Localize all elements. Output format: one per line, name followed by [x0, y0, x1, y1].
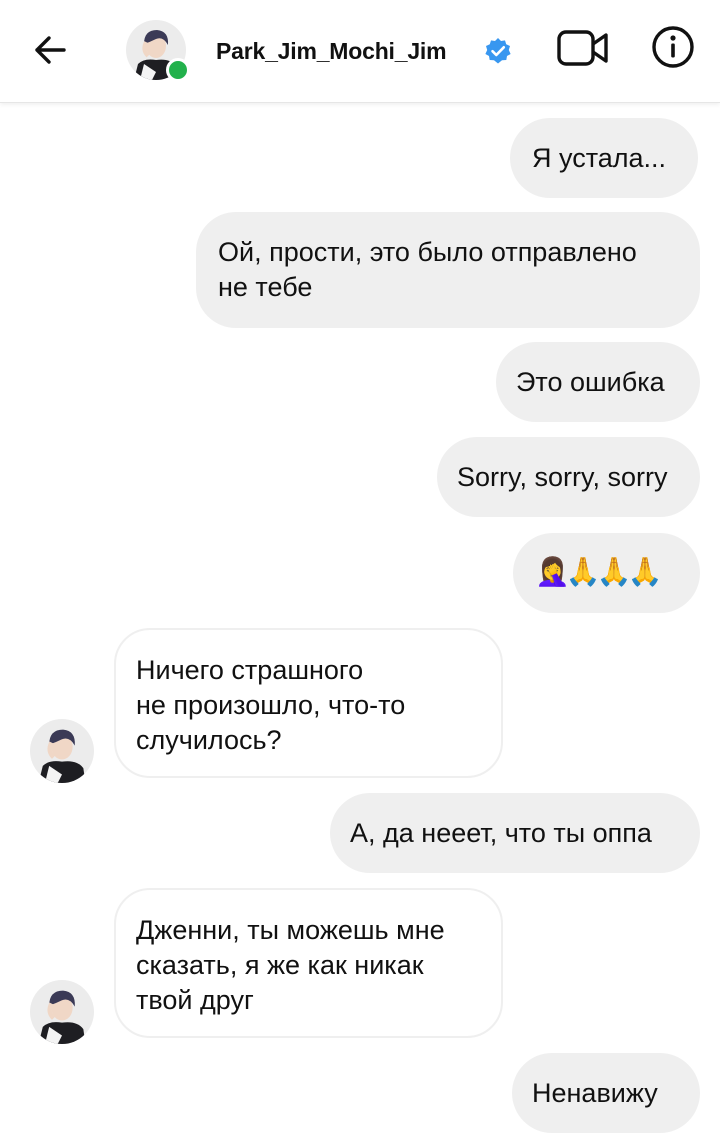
arrow-left-icon[interactable]	[30, 30, 70, 70]
chat-header: Park_Jim_Mochi_Jim	[0, 0, 720, 103]
message-bubble-sent[interactable]: Это ошибка	[496, 342, 700, 422]
message-bubble-sent[interactable]: Sorry, sorry, sorry	[437, 437, 700, 517]
message-bubble-sent[interactable]: Ой, прости, это было отправлено не тебе	[196, 212, 700, 328]
contact-avatar-small[interactable]	[30, 719, 94, 783]
avatar-image	[30, 980, 94, 1044]
message-bubble-received[interactable]: Дженни, ты можешь мне сказать, я же как …	[114, 888, 503, 1038]
avatar-image	[30, 719, 94, 783]
online-status-dot	[166, 58, 190, 82]
info-icon[interactable]	[651, 25, 695, 69]
message-bubble-received[interactable]: Ничего страшного не произошло, что-то сл…	[114, 628, 503, 778]
message-bubble-sent[interactable]: Ненавижу	[512, 1053, 700, 1133]
contact-avatar[interactable]	[126, 20, 190, 82]
message-bubble-sent[interactable]: А, да нееет, что ты оппа	[330, 793, 700, 873]
contact-username[interactable]: Park_Jim_Mochi_Jim	[216, 38, 447, 65]
video-camera-icon[interactable]	[556, 28, 610, 68]
message-bubble-sent[interactable]: Я устала...	[510, 118, 698, 198]
verified-badge-icon	[485, 38, 511, 64]
contact-avatar-small[interactable]	[30, 980, 94, 1044]
message-bubble-sent[interactable]: 🤦‍♀️🙏🙏🙏	[513, 533, 700, 613]
